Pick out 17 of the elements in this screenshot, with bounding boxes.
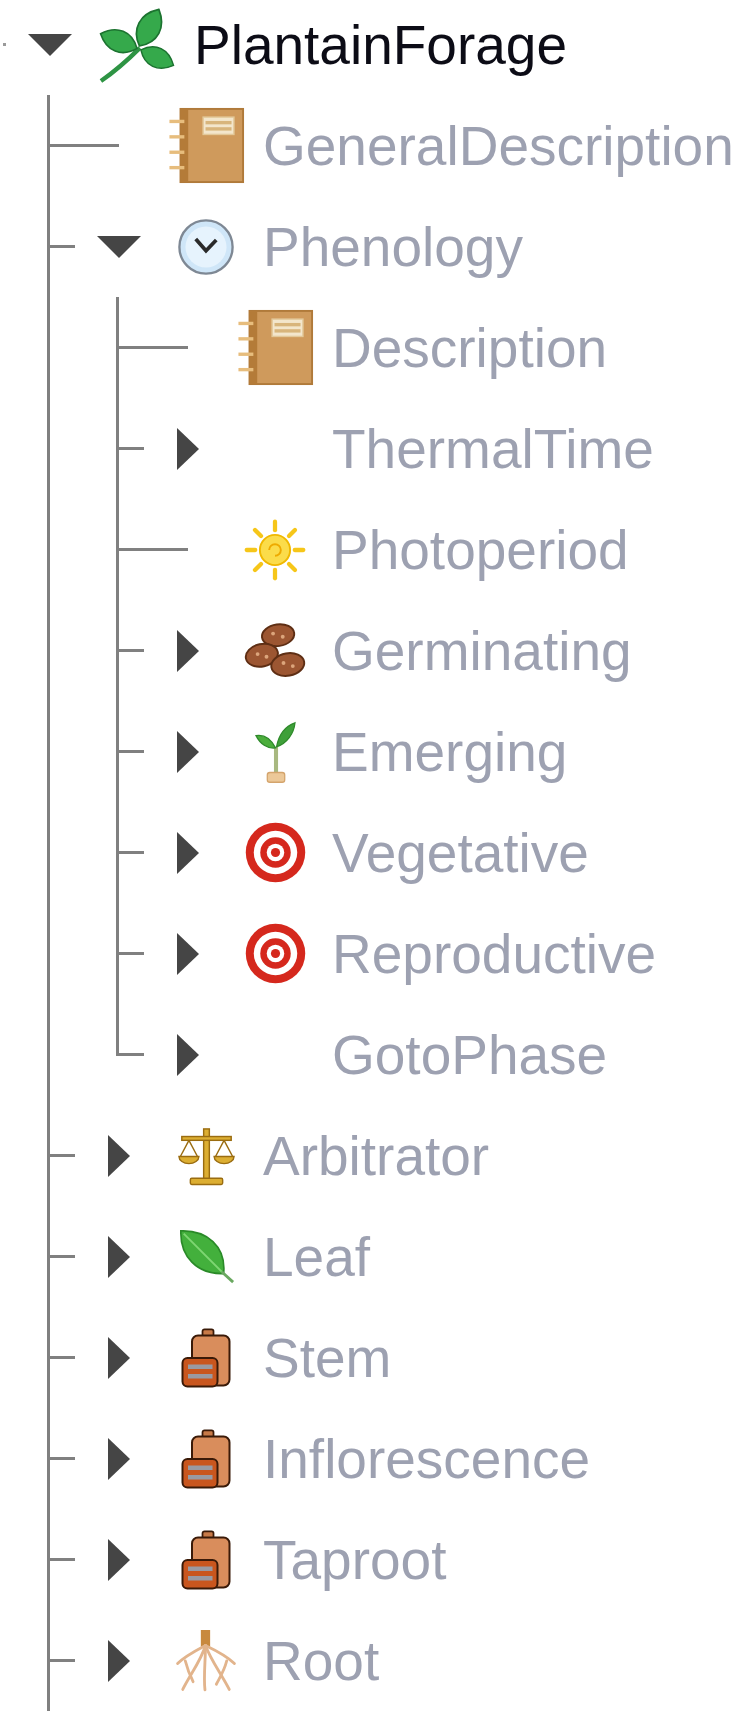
roots-icon bbox=[175, 1629, 237, 1692]
bag-icon bbox=[181, 1327, 231, 1388]
target-icon bbox=[244, 822, 306, 883]
seeds-icon bbox=[244, 621, 306, 680]
notebook-icon bbox=[236, 309, 314, 386]
notebook-icon bbox=[167, 107, 245, 184]
leaf-icon bbox=[177, 1228, 235, 1285]
bag-icon bbox=[181, 1529, 231, 1590]
target-icon bbox=[244, 923, 306, 984]
seedling-icon bbox=[254, 720, 296, 783]
clock-icon bbox=[178, 218, 234, 275]
scales-icon bbox=[177, 1125, 235, 1186]
sun-icon bbox=[244, 518, 306, 581]
leaves-icon bbox=[98, 6, 176, 83]
caret-down-icon[interactable] bbox=[28, 33, 72, 56]
bag-icon bbox=[181, 1428, 231, 1489]
tree-item[interactable]: PlantainForage bbox=[194, 12, 568, 77]
